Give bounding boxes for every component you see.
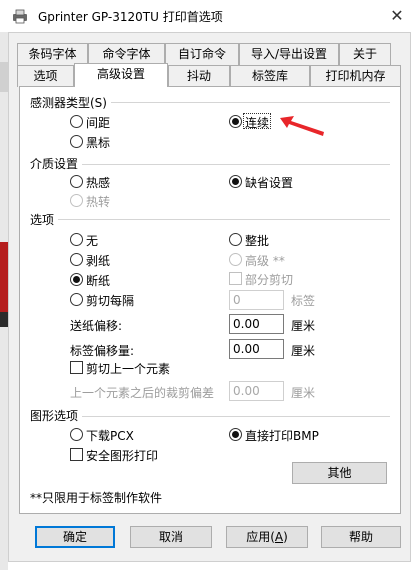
close-icon[interactable]: ✕ bbox=[385, 4, 409, 28]
printer-app-icon bbox=[13, 9, 27, 24]
window-title: Gprinter GP-3120TU 打印首选项 bbox=[38, 10, 223, 24]
title-bar: Gprinter GP-3120TU 打印首选项 ✕ bbox=[0, 0, 419, 32]
tab-printer-memory[interactable]: 打印机内存 bbox=[310, 65, 401, 87]
tab-import-export[interactable]: 导入/导出设置 bbox=[239, 43, 339, 65]
tab-options[interactable]: 选项 bbox=[17, 65, 74, 87]
tab-dither[interactable]: 抖动 bbox=[168, 65, 230, 87]
advanced-settings-panel bbox=[19, 86, 401, 514]
tab-custom-command[interactable]: 自订命令 bbox=[165, 43, 239, 65]
tab-barcode-font[interactable]: 条码字体 bbox=[17, 43, 88, 65]
tab-command-font[interactable]: 命令字体 bbox=[88, 43, 165, 65]
tab-label-library[interactable]: 标签库 bbox=[230, 65, 310, 87]
tab-about[interactable]: 关于 bbox=[339, 43, 391, 65]
tab-advanced-settings[interactable]: 高级设置 bbox=[74, 63, 168, 87]
background-window-edge bbox=[0, 32, 8, 570]
